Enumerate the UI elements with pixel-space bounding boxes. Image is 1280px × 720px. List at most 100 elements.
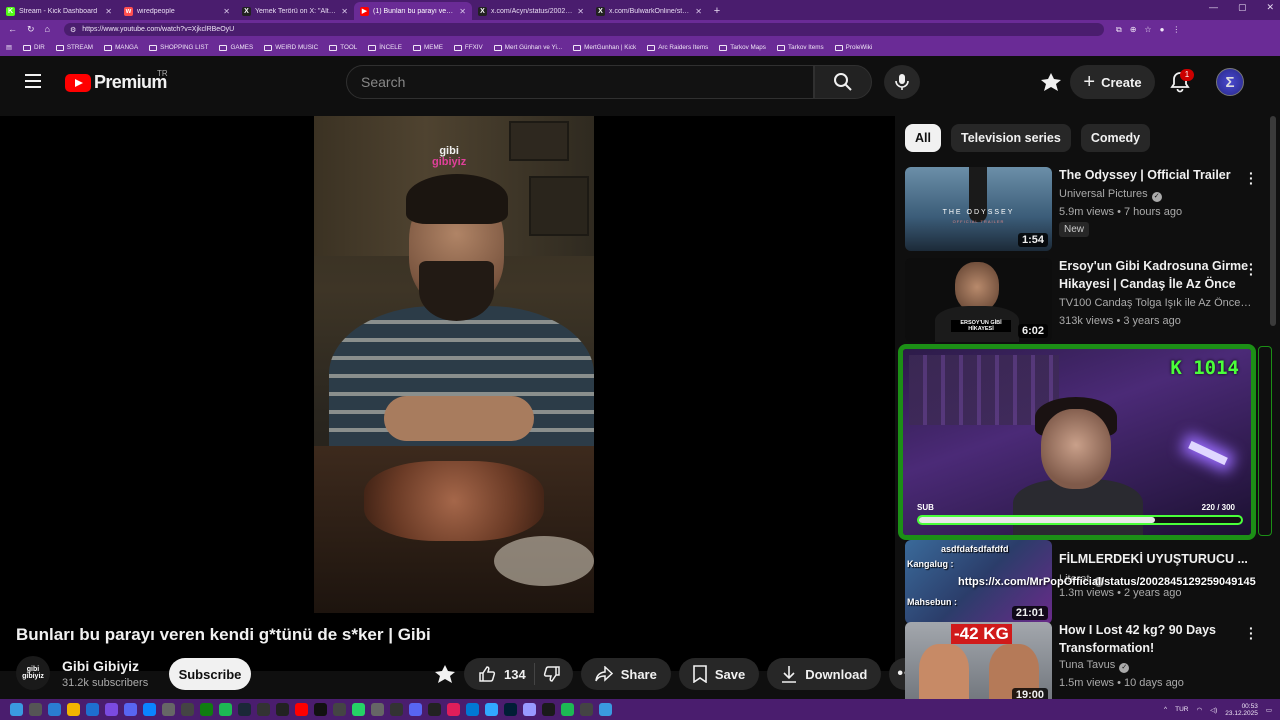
new-tab-button[interactable]: +	[708, 2, 726, 20]
extension-icon[interactable]: ●	[1160, 25, 1165, 35]
browser-tab[interactable]: X Yemek Terörü on X: "Alt taraftı bir b ✕	[236, 2, 354, 20]
translate-icon[interactable]: ⧉	[1116, 25, 1122, 35]
tab-close-icon[interactable]: ✕	[223, 7, 230, 16]
bookmark-item[interactable]: FFXIV	[453, 44, 483, 51]
taskbar-app-icon[interactable]	[105, 703, 118, 716]
dislike-icon[interactable]	[543, 665, 561, 683]
more-vert-icon[interactable]: · · ·	[1249, 257, 1254, 281]
taskbar-app-icon[interactable]	[162, 703, 175, 716]
taskbar-app-icon[interactable]	[143, 703, 156, 716]
taskbar-app-icon[interactable]	[124, 703, 137, 716]
taskbar-app-icon[interactable]	[466, 703, 479, 716]
bookmark-star-icon[interactable]: ☆	[1144, 25, 1151, 35]
volume-icon[interactable]: ◁)	[1210, 706, 1217, 714]
recommendation-item[interactable]: THE ODYSSEY OFFICIAL TRAILER 1:54 The Od…	[905, 166, 1265, 251]
clock[interactable]: 00:53 23.12.2025	[1225, 703, 1258, 717]
bookmark-item[interactable]: DIR	[22, 44, 45, 51]
like-count[interactable]: 134	[504, 667, 526, 682]
save-button[interactable]: Save	[678, 658, 760, 690]
bookmark-item[interactable]: Arc Raiders Items	[647, 44, 708, 51]
taskbar-app-icon[interactable]	[409, 703, 422, 716]
subscribe-button[interactable]: Subscribe	[169, 658, 251, 690]
video-thumbnail[interactable]: -42 KG 19:00	[905, 622, 1052, 706]
taskbar-app-icon[interactable]	[257, 703, 270, 716]
taskbar-app-icon[interactable]	[523, 703, 536, 716]
hamburger-menu-icon[interactable]	[25, 74, 41, 88]
chip-comedy[interactable]: Comedy	[1080, 124, 1151, 152]
bookmark-item[interactable]: İNCELE	[368, 44, 402, 51]
voice-search-button[interactable]	[884, 65, 920, 99]
menu-icon[interactable]: ⋮	[1172, 25, 1180, 35]
page-scrollbar[interactable]	[1270, 116, 1276, 326]
tab-close-icon[interactable]: ✕	[105, 7, 112, 16]
back-icon[interactable]: ←	[8, 24, 17, 35]
download-button[interactable]: Download	[767, 658, 882, 690]
site-info-icon[interactable]: ⚙	[70, 26, 76, 34]
ask-ai-icon[interactable]	[434, 664, 456, 684]
taskbar-app-icon[interactable]	[200, 703, 213, 716]
browser-tab[interactable]: ▶ (1) Bunları bu parayı veren ke✕	[354, 2, 472, 20]
browser-tab[interactable]: Xx.com/Acyn/status/200282174764✕	[472, 2, 590, 20]
chip-television-series[interactable]: Television series	[950, 124, 1071, 152]
channel-avatar[interactable]: gibi gibiyiz	[16, 656, 50, 690]
taskbar-app-icon[interactable]	[390, 703, 403, 716]
taskbar-app-icon[interactable]	[580, 703, 593, 716]
recommendation-channel[interactable]: Tuna Tavus ✓	[1059, 659, 1254, 673]
taskbar-app-icon[interactable]	[599, 703, 612, 716]
bookmark-item[interactable]: Tarkov Items	[776, 44, 824, 51]
taskbar-app-icon[interactable]	[485, 703, 498, 716]
tab-close-icon[interactable]: ✕	[341, 7, 348, 16]
share-button[interactable]: Share	[580, 658, 671, 690]
home-icon[interactable]: ⌂	[45, 24, 50, 35]
bookmark-item[interactable]: GAMES	[219, 44, 253, 51]
notification-center-icon[interactable]: ▭	[1266, 706, 1272, 714]
browser-tab[interactable]: w wiredpeople ✕	[118, 2, 236, 20]
bookmark-item[interactable]: MANGA	[104, 44, 138, 51]
browser-tab[interactable]: Xx.com/BulwarkOnline/status/2002✕	[590, 2, 708, 20]
taskbar-app-icon[interactable]	[86, 703, 99, 716]
network-icon[interactable]: ◠	[1196, 706, 1202, 714]
minimize-icon[interactable]: —	[1209, 2, 1218, 13]
tab-close-icon[interactable]: ✕	[577, 7, 584, 16]
bookmark-item[interactable]: TOOL	[329, 44, 357, 51]
taskbar-app-icon[interactable]	[48, 703, 61, 716]
recommendation-channel[interactable]: TV100 Candaş Tolga Işık ile Az Önce Ko..…	[1059, 297, 1254, 309]
search-input[interactable]: Search	[346, 65, 814, 99]
recommendation-channel[interactable]: Universal Pictures ✓	[1059, 188, 1254, 202]
bookmark-item[interactable]: STREAM	[55, 44, 93, 51]
recommendation-title[interactable]: How I Lost 42 kg? 90 Days Transformation…	[1059, 622, 1249, 657]
taskbar-app-icon[interactable]	[333, 703, 346, 716]
close-window-icon[interactable]: ✕	[1266, 2, 1274, 13]
taskbar-app-icon[interactable]	[542, 703, 555, 716]
chip-all[interactable]: All	[905, 124, 941, 152]
ai-assist-icon[interactable]	[1040, 72, 1062, 92]
start-icon[interactable]	[10, 703, 23, 716]
bookmark-item[interactable]: WEIRD MUSIC	[264, 44, 318, 51]
taskbar-app-icon[interactable]	[181, 703, 194, 716]
youtube-premium-logo[interactable]: Premium TR	[65, 69, 168, 93]
taskbar-app-icon[interactable]	[29, 703, 42, 716]
window-controls[interactable]: — ▢ ✕	[1209, 2, 1274, 13]
bookmark-item[interactable]: MertGunhan | Kick	[573, 44, 636, 51]
taskbar-app-icon[interactable]	[561, 703, 574, 716]
tab-close-icon[interactable]: ✕	[459, 7, 466, 16]
bookmark-item[interactable]: Mert Günhan ve Yi...	[493, 44, 562, 51]
url-text[interactable]: https://www.youtube.com/watch?v=XjkclRBe…	[82, 26, 234, 33]
taskbar-app-icon[interactable]	[295, 703, 308, 716]
reload-icon[interactable]: ↻	[27, 24, 35, 35]
recommendation-item[interactable]: ERSOY'UN GİBİ HİKAYESİ 6:02 Ersoy'un Gib…	[905, 257, 1265, 342]
tray-arrow-icon[interactable]: ^	[1164, 706, 1167, 713]
channel-name[interactable]: Gibi Gibiyiz	[62, 658, 139, 674]
more-vert-icon[interactable]: · · ·	[1249, 166, 1254, 190]
taskbar-app-icon[interactable]	[67, 703, 80, 716]
language-indicator[interactable]: TUR	[1175, 706, 1188, 713]
bookmark-item[interactable]: SHOPPING LIST	[149, 44, 208, 51]
like-icon[interactable]	[478, 665, 496, 683]
taskbar-app-icon[interactable]	[352, 703, 365, 716]
browser-tab[interactable]: K Stream - Kick Dashboard ✕	[0, 2, 118, 20]
recommendation-item[interactable]: -42 KG 19:00 How I Lost 42 kg? 90 Days T…	[905, 621, 1265, 706]
taskbar-app-icon[interactable]	[219, 703, 232, 716]
taskbar-app-icon[interactable]	[276, 703, 289, 716]
taskbar-app-icon[interactable]	[504, 703, 517, 716]
maximize-icon[interactable]: ▢	[1238, 2, 1247, 13]
